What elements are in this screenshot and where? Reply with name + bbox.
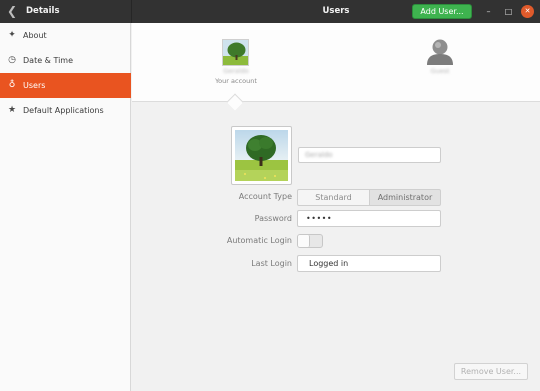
account-type-label: Account Type xyxy=(238,192,292,201)
sidebar-item-default-applications[interactable]: ★ Default Applications xyxy=(0,98,131,123)
user-icon: ♁ xyxy=(8,80,16,90)
tree-picture xyxy=(235,130,288,181)
sidebar-item-label: Users xyxy=(23,81,46,90)
last-login-field[interactable]: Logged in xyxy=(297,255,441,272)
sidebar-item-users[interactable]: ♁ Users xyxy=(0,73,131,98)
sidebar: ✦ About ◷ Date & Time ♁ Users ★ Default … xyxy=(0,23,131,391)
add-user-button[interactable]: Add User... xyxy=(412,4,472,19)
sidebar-item-about[interactable]: ✦ About xyxy=(0,23,131,48)
sidebar-item-date-time[interactable]: ◷ Date & Time xyxy=(0,48,131,73)
clock-icon: ◷ xyxy=(8,55,16,65)
automatic-login-toggle[interactable] xyxy=(297,234,323,248)
current-account-avatar[interactable] xyxy=(222,39,249,66)
full-name-value: Geraldo xyxy=(305,151,333,159)
account-type-administrator-button[interactable]: Administrator xyxy=(369,189,441,206)
user-picture-button[interactable] xyxy=(231,126,292,185)
other-account-name: Guest xyxy=(430,67,450,75)
sidebar-item-label: Date & Time xyxy=(23,56,74,65)
close-icon[interactable]: ✕ xyxy=(521,5,534,18)
full-name-field[interactable]: Geraldo xyxy=(298,147,441,163)
password-label: Password xyxy=(254,214,292,223)
header-bar: ❮ Details Users Add User... – □ ✕ xyxy=(0,0,540,23)
remove-user-button[interactable]: Remove User... xyxy=(454,363,528,380)
sidebar-item-label: About xyxy=(23,31,47,40)
password-field[interactable]: ••••• xyxy=(297,210,441,227)
current-account-subtitle: Your account xyxy=(215,77,257,85)
star-icon: ★ xyxy=(7,105,17,115)
toggle-knob xyxy=(298,235,310,247)
window-title: Users xyxy=(322,6,350,16)
sparkle-icon: ✦ xyxy=(8,30,16,40)
user-silhouette-icon xyxy=(427,39,453,65)
last-login-label: Last Login xyxy=(251,259,292,268)
back-button[interactable]: ❮ xyxy=(6,4,18,19)
sidebar-item-label: Default Applications xyxy=(23,106,104,115)
account-type-standard-button[interactable]: Standard xyxy=(297,189,370,206)
chevron-left-icon: ❮ xyxy=(6,4,18,18)
current-account-name: Geraldo xyxy=(223,67,249,75)
user-accounts-strip xyxy=(132,23,540,102)
header-separator xyxy=(131,0,132,23)
automatic-login-label: Automatic Login xyxy=(226,236,292,245)
minimize-icon[interactable]: – xyxy=(482,5,495,18)
panel-title: Details xyxy=(26,6,60,16)
maximize-icon[interactable]: □ xyxy=(502,5,515,18)
other-account-avatar[interactable] xyxy=(425,37,455,67)
